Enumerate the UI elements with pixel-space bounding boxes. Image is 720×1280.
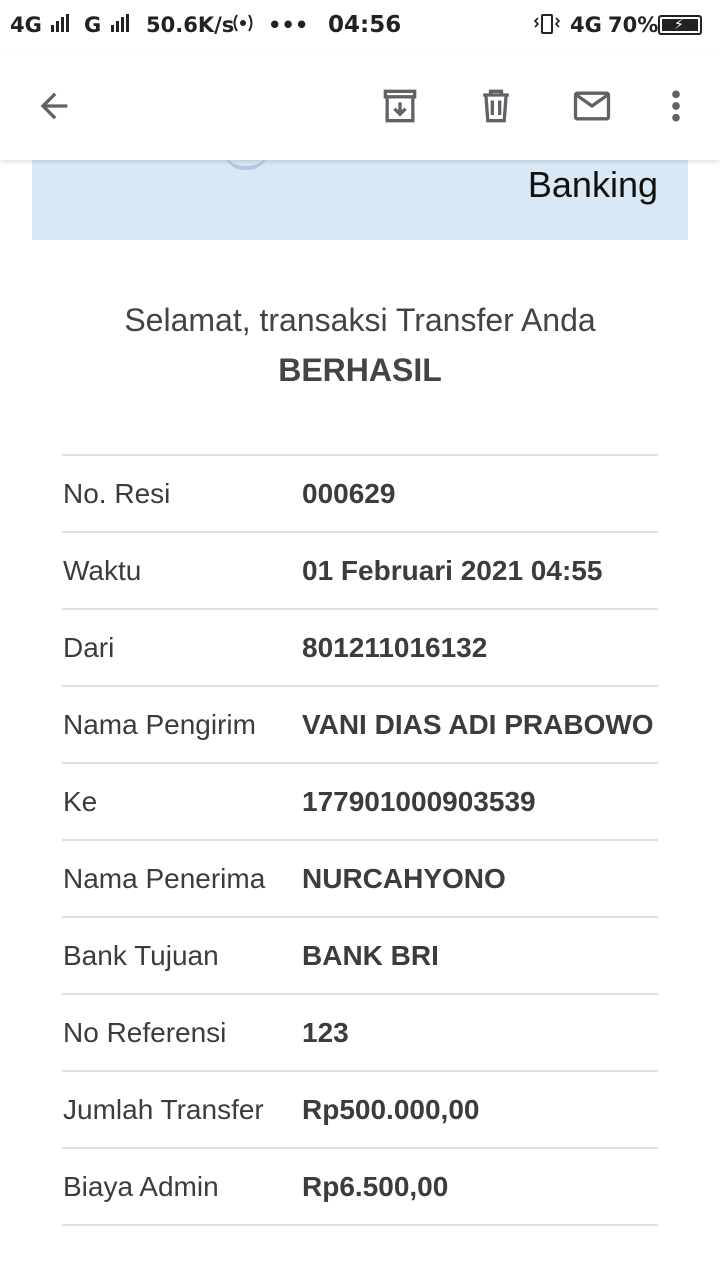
mark-unread-button[interactable]	[566, 80, 618, 132]
row-value: 177901000903539	[302, 786, 536, 817]
battery-icon: ⚡	[658, 15, 702, 35]
banner-title: Banking	[527, 164, 658, 205]
table-row: Waktu 01 Februari 2021 04:55	[62, 533, 658, 610]
row-label: Nama Pengirim	[63, 709, 256, 740]
row-value: 801211016132	[302, 632, 488, 663]
row-value: VANI DIAS ADI PRABOWO	[302, 709, 654, 740]
arrow-left-icon	[40, 92, 68, 120]
network-type-label: G	[84, 13, 102, 37]
network-speed: 50.6K/s	[146, 13, 235, 37]
row-label: No Referensi	[63, 1017, 227, 1048]
network-type-label: 4G	[10, 13, 42, 37]
email-toolbar	[0, 52, 720, 160]
back-button[interactable]	[28, 80, 80, 132]
table-row: Ke 177901000903539	[62, 764, 658, 841]
more-vertical-icon	[672, 90, 680, 122]
status-bar: 4G G 50.6K/s ••• 04:56 4G 70% ⚡	[0, 0, 720, 52]
table-row: Nama Pengirim VANI DIAS ADI PRABOWO	[62, 687, 658, 764]
trash-icon	[483, 89, 509, 123]
email-banner: Banking	[32, 160, 688, 240]
row-value: 000629	[302, 478, 396, 509]
table-row: Nama Penerima NURCAHYONO	[62, 841, 658, 918]
row-label: Dari	[63, 632, 115, 663]
network-4g-left: 4G	[10, 12, 70, 38]
hotspot-icon	[230, 12, 256, 40]
table-row: Dari 801211016132	[62, 610, 658, 687]
success-status: BERHASIL	[278, 352, 442, 388]
delete-button[interactable]	[470, 80, 522, 132]
vibrate-icon	[532, 12, 562, 42]
table-row: Jumlah Transfer Rp500.000,00	[62, 1072, 658, 1149]
clock: 04:56	[328, 12, 402, 38]
row-label: No. Resi	[63, 478, 171, 509]
signal-icon	[49, 12, 70, 38]
more-options-button[interactable]	[650, 80, 702, 132]
row-label: Bank Tujuan	[63, 940, 219, 971]
row-value: 123	[302, 1017, 349, 1048]
table-row: Biaya Admin Rp6.500,00	[62, 1149, 658, 1226]
row-value: NURCAHYONO	[302, 863, 506, 894]
row-label: Nama Penerima	[63, 863, 266, 894]
archive-button[interactable]	[374, 80, 426, 132]
network-4g-right: 4G	[570, 13, 602, 37]
row-value: Rp6.500,00	[302, 1171, 449, 1202]
row-label: Ke	[63, 786, 98, 817]
more-notifications: •••	[268, 13, 309, 37]
row-label: Biaya Admin	[63, 1171, 219, 1202]
archive-icon	[383, 89, 417, 123]
network-g: G	[84, 12, 129, 38]
row-value: BANK BRI	[302, 940, 439, 971]
table-row: Bank Tujuan BANK BRI	[62, 918, 658, 995]
table-row: No. Resi 000629	[62, 456, 658, 533]
success-headline: Selamat, transaksi Transfer Anda	[124, 302, 596, 338]
transaction-details-table: No. Resi 000629 Waktu 01 Februari 2021 04:…	[62, 454, 658, 1226]
battery-percent: 70%	[608, 13, 659, 37]
row-value: 01 Februari 2021 04:55	[302, 555, 603, 586]
signal-icon	[109, 12, 129, 38]
row-label: Waktu	[63, 555, 142, 586]
mail-icon	[573, 91, 611, 121]
table-row: No Referensi 123	[62, 995, 658, 1072]
row-label: Jumlah Transfer	[63, 1094, 264, 1125]
row-value: Rp500.000,00	[302, 1094, 480, 1125]
